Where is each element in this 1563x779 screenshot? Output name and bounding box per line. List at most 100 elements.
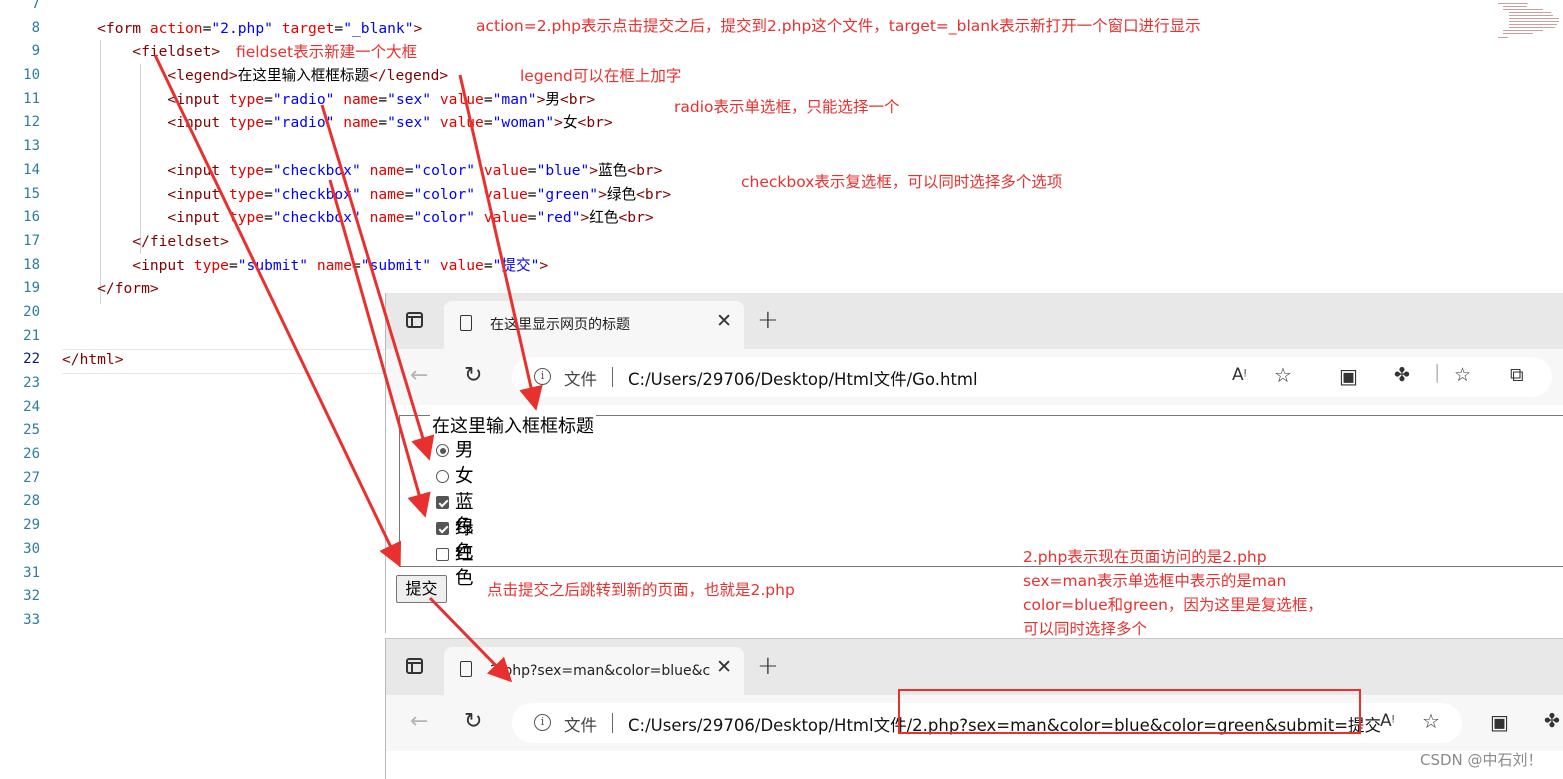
code-token: <input [62,185,229,203]
submit-annotation: 点击提交之后跳转到新的页面，也就是2.php [487,581,795,599]
info-icon[interactable]: i [534,368,551,385]
line-number: 29 [23,517,40,534]
code-line[interactable]: </fieldset> [62,230,1062,254]
line-number: 23 [23,375,40,391]
collections-icon[interactable]: ⧉ [1510,364,1524,386]
tab-go-html[interactable]: 在这里显示网页的标题 ✕ [444,301,744,349]
read-aloud-icon[interactable]: Aᵎ [1380,711,1395,731]
code-token: 绿色 [606,185,637,203]
submit-button[interactable]: 提交 [396,575,447,603]
tab-actions-icon[interactable] [406,312,423,328]
fieldset-box: 在这里输入框框标题 男女蓝色 绿色 红色 [399,412,1563,589]
code-token: name [369,209,405,227]
extensions-puzzle-icon[interactable]: ✤ [1394,364,1410,386]
code-line[interactable]: <input type="radio" name="sex" value="ma… [62,88,1062,112]
close-icon[interactable]: ✕ [716,656,732,678]
line-number: 33 [23,611,40,628]
code-token: <br> [618,209,654,227]
favorites-icon[interactable]: ☆ [1454,364,1471,386]
code-token: = [334,19,344,37]
url-query-highlight [898,689,1361,734]
favorite-star-icon[interactable]: ☆ [1274,363,1292,387]
favorite-star-icon[interactable]: ☆ [1422,709,1440,733]
code-token: = [378,90,388,108]
new-tab-plus-icon[interactable]: + [757,305,779,335]
query-annotation-line: sex=man表示单选框中表示的是man [1023,572,1287,590]
line-number: 31 [23,564,40,581]
code-token: value [439,256,484,274]
divider: | [1434,361,1441,383]
code-token: = [228,256,238,274]
radio-button[interactable] [436,470,449,483]
code-token: action [149,19,203,37]
code-line[interactable] [62,0,1062,17]
code-token: = [264,185,273,203]
code-line[interactable]: <input type="checkbox" name="color" valu… [62,206,1062,230]
info-icon[interactable]: i [534,714,551,731]
checkbox[interactable] [436,548,449,561]
back-arrow-icon[interactable]: ← [410,709,428,734]
back-arrow-icon[interactable]: ← [410,363,428,388]
code-token: "2.php" [211,19,273,37]
reload-icon[interactable]: ↻ [464,363,482,388]
code-token: value [439,114,484,132]
tab-bar: 在这里显示网页的标题 ✕ + [386,293,1563,349]
code-line[interactable]: <input type="radio" name="sex" value="wo… [62,111,1062,135]
checkbox[interactable] [436,496,449,509]
read-aloud-icon[interactable]: Aᵎ [1232,365,1247,385]
line-number: 7 [31,0,40,12]
checkbox[interactable] [436,522,449,535]
tab-actions-icon[interactable] [406,658,423,674]
code-line[interactable]: <input type="submit" name="submit" value… [62,254,1062,278]
code-token: "checkbox" [272,161,361,179]
extensions-puzzle-icon[interactable]: ✤ [1544,710,1560,732]
code-token: = [264,114,273,132]
code-token: value [483,209,528,227]
code-token: <legend> [62,67,238,85]
code-token: name [343,90,379,108]
option-label: 男 [455,440,474,461]
file-label: 文件 [564,370,597,389]
code-token: type [193,256,229,274]
code-token: 男 [545,90,560,108]
extension-app-icon[interactable]: ▣ [1490,710,1509,734]
code-token: > [580,209,590,227]
code-token: = [527,161,537,179]
line-number: 8 [31,19,40,36]
code-token: <br> [627,161,663,179]
checkbox-annotation: checkbox表示复选框，可以同时选择多个选项 [741,173,1063,191]
reload-icon[interactable]: ↻ [464,709,482,734]
new-tab-plus-icon[interactable]: + [757,651,779,681]
code-token: "提交" [492,256,540,274]
code-line[interactable] [62,135,1062,159]
code-token: name [343,114,379,132]
code-token: = [404,209,414,227]
code-line[interactable]: <fieldset> [62,40,1062,64]
code-token: name [369,185,405,203]
line-number: 24 [23,398,40,415]
code-token: "blue" [536,161,590,179]
close-icon[interactable]: ✕ [716,310,732,332]
query-annotation: 2.php表示现在页面访问的是2.php sex=man表示单选框中表示的是ma… [1023,545,1323,641]
url-text[interactable]: C:/Users/29706/Desktop/Html文件/Go.html [628,366,978,390]
code-token: "man" [492,90,537,108]
radio-button[interactable] [436,444,449,457]
tab-2-php[interactable]: 2.php?sex=man&color=blue&color=green&sub… [444,647,744,695]
code-token: = [527,209,537,227]
code-token: target [281,19,335,37]
code-token: "sex" [387,90,432,108]
code-token: = [378,114,388,132]
radio-annotation: radio表示单选框，只能选择一个 [674,98,900,116]
extension-app-icon[interactable]: ▣ [1339,364,1358,388]
line-number: 15 [23,185,40,202]
line-number: 10 [23,67,40,84]
minimap[interactable] [1495,0,1563,42]
line-number: 20 [23,303,40,320]
code-token: type [228,209,265,227]
page-icon [460,315,472,331]
